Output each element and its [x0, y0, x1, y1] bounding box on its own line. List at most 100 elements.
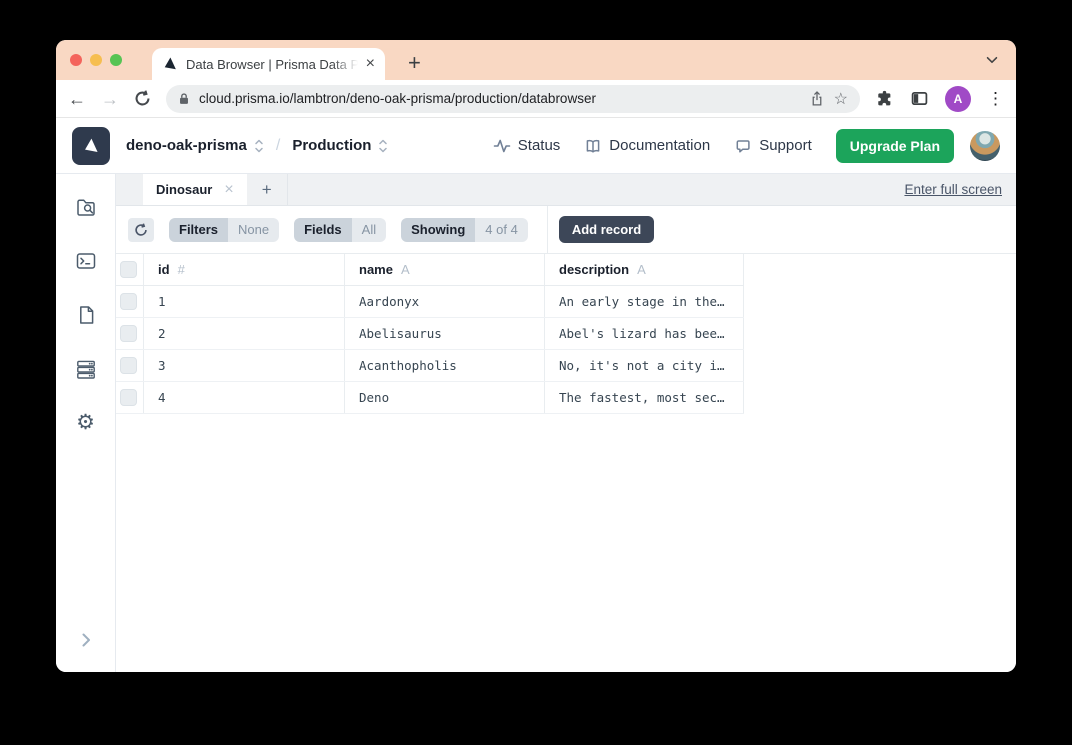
column-type-icon: A [400, 262, 410, 277]
column-header-description[interactable]: description A [544, 254, 744, 285]
model-tab-dinosaur[interactable]: Dinosaur × [143, 174, 247, 205]
chevron-right-icon [82, 633, 90, 647]
fields-label: Fields [294, 217, 352, 242]
sort-chevrons-icon [379, 139, 388, 152]
extensions-puzzle-icon[interactable] [875, 89, 894, 108]
gear-icon: ⚙ [76, 411, 95, 434]
cell-id[interactable]: 1 [143, 286, 344, 317]
folder-search-icon [76, 199, 95, 216]
back-icon[interactable]: ← [68, 90, 86, 108]
project-name: deno-oak-prisma [126, 137, 247, 154]
column-header-name[interactable]: name A [344, 254, 544, 285]
app-header: deno-oak-prisma / Production Status Docu… [56, 118, 1016, 174]
enter-fullscreen-link[interactable]: Enter full screen [904, 182, 1002, 197]
cell-name[interactable]: Abelisaurus [344, 318, 544, 349]
row-checkbox[interactable] [120, 325, 137, 342]
chat-bubble-icon [736, 139, 750, 153]
sidebar-item-databases[interactable] [75, 358, 97, 380]
browser-actions: A ⋮ [875, 85, 1004, 112]
refresh-icon [135, 222, 147, 236]
new-tab-button[interactable]: + [408, 48, 421, 78]
cell-description[interactable]: Abel's lizard has bee… [544, 318, 744, 349]
terminal-icon [76, 253, 95, 269]
tab-search-chevron-icon[interactable] [984, 52, 1000, 68]
filters-control[interactable]: Filters None [169, 217, 280, 242]
filters-value: None [228, 217, 280, 242]
zoom-window-button[interactable] [110, 54, 122, 66]
book-icon [586, 139, 600, 153]
prisma-logo[interactable] [72, 126, 110, 165]
model-tab-close-icon[interactable]: × [224, 181, 233, 198]
environment-selector[interactable]: Production [292, 137, 388, 154]
close-window-button[interactable] [70, 54, 82, 66]
forward-icon[interactable]: → [101, 90, 119, 108]
traffic-lights [70, 54, 122, 66]
row-checkbox[interactable] [120, 293, 137, 310]
bookmark-star-icon[interactable]: ☆ [834, 89, 848, 109]
showing-control[interactable]: Showing 4 of 4 [401, 217, 528, 242]
column-type-icon: A [637, 262, 646, 277]
grid-toolbar: Filters None Fields All Showing 4 of 4 A… [116, 206, 1016, 254]
cell-name[interactable]: Deno [344, 382, 544, 413]
cell-name[interactable]: Acanthopholis [344, 350, 544, 381]
nav-status[interactable]: Status [493, 137, 560, 155]
side-panel-icon[interactable] [910, 89, 929, 108]
data-grid: id # name A description A 1 Aardonyx An … [116, 254, 744, 414]
url-text: cloud.prisma.io/lambtron/deno-oak-prisma… [199, 91, 596, 106]
fields-value: All [351, 217, 387, 242]
sidebar-item-schema[interactable] [75, 304, 97, 326]
browser-tab[interactable]: Data Browser | Prisma Data Pla × [152, 48, 385, 80]
sidebar-item-query-console[interactable] [75, 250, 97, 272]
browser-menu-icon[interactable]: ⋮ [987, 89, 1004, 109]
environment-name: Production [292, 137, 372, 154]
browser-profile-avatar[interactable]: A [945, 85, 971, 112]
cell-name[interactable]: Aardonyx [344, 286, 544, 317]
browser-tab-title: Data Browser | Prisma Data Pla [186, 56, 358, 72]
row-checkbox[interactable] [120, 357, 137, 374]
cell-description[interactable]: An early stage in the… [544, 286, 744, 317]
sidebar-expand-button[interactable] [56, 630, 115, 648]
row-checkbox[interactable] [120, 389, 137, 406]
nav-documentation[interactable]: Documentation [584, 137, 710, 155]
filters-label: Filters [169, 217, 229, 242]
toolbar-divider [546, 206, 548, 253]
document-icon [79, 306, 93, 324]
reload-icon[interactable] [134, 90, 151, 107]
sidebar: ⚙ [56, 174, 116, 672]
share-icon[interactable] [809, 90, 825, 107]
tab-close-icon[interactable]: × [366, 56, 375, 72]
sidebar-item-data-browser[interactable] [75, 196, 97, 218]
sort-chevrons-icon [255, 139, 263, 152]
fields-control[interactable]: Fields All [294, 217, 387, 242]
cell-id[interactable]: 3 [143, 350, 344, 381]
sidebar-item-settings[interactable]: ⚙ [76, 412, 95, 434]
table-header-row: id # name A description A [116, 254, 744, 286]
breadcrumb-separator: / [275, 136, 281, 154]
refresh-button[interactable] [128, 217, 154, 242]
url-bar[interactable]: cloud.prisma.io/lambtron/deno-oak-prisma… [166, 84, 860, 113]
server-stack-icon [76, 360, 95, 379]
table-row: 2 Abelisaurus Abel's lizard has bee… [116, 318, 744, 350]
cell-description[interactable]: No, it's not a city i… [544, 350, 744, 381]
table-row: 1 Aardonyx An early stage in the… [116, 286, 744, 318]
lock-icon[interactable] [178, 92, 190, 106]
pulse-icon [493, 139, 511, 152]
cell-id[interactable]: 2 [143, 318, 344, 349]
upgrade-plan-button[interactable]: Upgrade Plan [835, 128, 954, 163]
project-selector[interactable]: deno-oak-prisma [126, 137, 264, 154]
model-tab-strip: Dinosaur × + Enter full screen [116, 174, 1016, 206]
browser-tab-bar: Data Browser | Prisma Data Pla × + [56, 40, 1016, 80]
table-row: 3 Acanthopholis No, it's not a city i… [116, 350, 744, 382]
add-record-button[interactable]: Add record [558, 216, 655, 243]
column-header-id[interactable]: id # [143, 254, 344, 285]
cell-id[interactable]: 4 [143, 382, 344, 413]
column-type-icon: # [177, 262, 185, 277]
user-avatar[interactable] [970, 130, 1000, 161]
cell-description[interactable]: The fastest, most sec… [544, 382, 744, 413]
table-body: 1 Aardonyx An early stage in the… 2 Abel… [116, 286, 744, 414]
minimize-window-button[interactable] [90, 54, 102, 66]
select-all-checkbox[interactable] [120, 261, 137, 278]
add-model-tab-button[interactable]: + [247, 174, 288, 205]
nav-support[interactable]: Support [734, 137, 812, 155]
browser-window: Data Browser | Prisma Data Pla × + ← → c… [56, 40, 1016, 672]
